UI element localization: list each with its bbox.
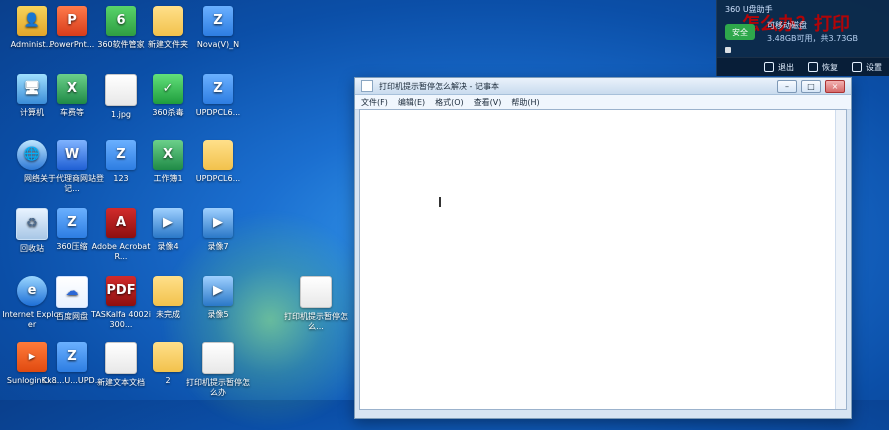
desktop-icon-recording5[interactable]: ▶ 录像5 xyxy=(186,276,250,320)
desktop-icon-updpcl6-folder[interactable]: UPDPCL6... xyxy=(186,140,250,184)
desktop-icon-recording7[interactable]: ▶ 录像7 xyxy=(186,208,250,252)
notepad-menubar: 文件(F) 编辑(E) 格式(O) 查看(V) 帮助(H) xyxy=(355,95,851,110)
notepad-scrollbar[interactable] xyxy=(835,110,846,409)
excel-icon: X xyxy=(57,74,87,104)
word-icon: W xyxy=(57,140,87,170)
widget-status-pill: 安全 xyxy=(725,24,755,40)
widget-settings-button[interactable]: 设置 xyxy=(852,62,882,73)
desktop-icon-printer-pause-doc[interactable]: 打印机提示暂停怎么办 xyxy=(186,342,250,398)
pdf-icon: PDF xyxy=(106,276,136,306)
window-controls: – □ × xyxy=(777,79,845,93)
video-icon: ▶ xyxy=(203,208,233,238)
widget-disk-name: 可移动磁盘 xyxy=(767,21,807,30)
widget-settings-label: 设置 xyxy=(866,62,882,72)
zip-icon: Z xyxy=(57,342,87,372)
exit-icon xyxy=(764,62,774,72)
notepad-title: 打印机提示暂停怎么解决 - 记事本 xyxy=(379,81,499,91)
video-icon: ▶ xyxy=(203,276,233,306)
video-icon: ▶ xyxy=(153,208,183,238)
menu-edit[interactable]: 编辑(E) xyxy=(398,97,425,108)
folder-icon xyxy=(153,6,183,36)
widget-dot-icon xyxy=(725,47,731,53)
pdf-icon: A xyxy=(106,208,136,238)
desktop-icon-label: 录像5 xyxy=(207,310,229,319)
desktop-icon-updpcl6-zip[interactable]: Z UPDPCL6... xyxy=(186,74,250,118)
folder-icon xyxy=(153,342,183,372)
shield-icon: ✓ xyxy=(153,74,183,104)
widget-disk-usage: 3.48GB可用，共3.73GB xyxy=(767,34,858,43)
file-icon xyxy=(300,276,332,308)
file-icon xyxy=(202,342,234,374)
menu-help[interactable]: 帮助(H) xyxy=(511,97,539,108)
desktop-icon-label: 打印机提示暂停怎么... xyxy=(284,312,348,331)
notepad-app-icon xyxy=(361,80,373,92)
file-icon xyxy=(105,74,137,106)
widget-status-label: 安全 xyxy=(732,27,748,37)
desktop-icon-nova[interactable]: Z Nova(V)_N xyxy=(186,6,250,50)
baidu-icon: ☁ xyxy=(56,276,88,308)
desktop-icon-printer-pause-txt[interactable]: 打印机提示暂停怎么... xyxy=(284,276,348,332)
widget-restore-button[interactable]: 恢复 xyxy=(808,62,838,73)
folder-icon xyxy=(153,276,183,306)
widget-actions: 退出 恢复 设置 xyxy=(717,57,889,76)
widget-restore-label: 恢复 xyxy=(822,62,838,72)
usb-assistant-widget: 360 U盘助手 怎么办？打印 安全 可移动磁盘 3.48GB可用，共3.73G… xyxy=(716,0,889,76)
zip-icon: Z xyxy=(203,74,233,104)
desktop-icon-label: UPDPCL6... xyxy=(195,108,241,117)
ppt-icon: P xyxy=(57,6,87,36)
notepad-text-area[interactable] xyxy=(359,109,847,410)
excel-icon: X xyxy=(153,140,183,170)
folder-icon xyxy=(203,140,233,170)
ibeam-cursor-icon xyxy=(439,197,441,207)
desktop-icon-label: 录像7 xyxy=(207,242,229,251)
maximize-button[interactable]: □ xyxy=(801,79,821,93)
menu-format[interactable]: 格式(O) xyxy=(435,97,464,108)
restore-icon xyxy=(808,62,818,72)
widget-exit-label: 退出 xyxy=(778,62,794,72)
close-button[interactable]: × xyxy=(825,79,845,93)
app360-icon: 6 xyxy=(106,6,136,36)
settings-icon xyxy=(852,62,862,72)
menu-file[interactable]: 文件(F) xyxy=(361,97,388,108)
file-icon xyxy=(105,342,137,374)
desktop-icon-label: Nova(V)_N xyxy=(196,40,240,49)
zip-icon: Z xyxy=(203,6,233,36)
desktop-icon-label: UPDPCL6... xyxy=(195,174,241,183)
menu-view[interactable]: 查看(V) xyxy=(474,97,502,108)
minimize-button[interactable]: – xyxy=(777,79,797,93)
widget-exit-button[interactable]: 退出 xyxy=(764,62,794,73)
notepad-window[interactable]: 打印机提示暂停怎么解决 - 记事本 – □ × 文件(F) 编辑(E) 格式(O… xyxy=(354,77,852,419)
zip-icon: Z xyxy=(57,208,87,238)
notepad-titlebar[interactable]: 打印机提示暂停怎么解决 - 记事本 – □ × xyxy=(355,78,851,95)
zip-icon: Z xyxy=(106,140,136,170)
desktop-icon-label: 打印机提示暂停怎么办 xyxy=(186,378,250,397)
